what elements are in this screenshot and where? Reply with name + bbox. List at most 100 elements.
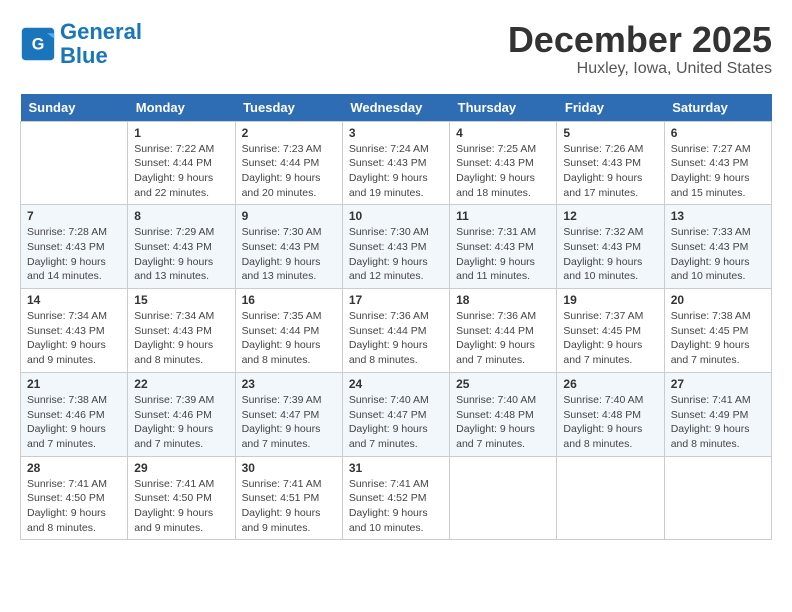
day-number: 10 bbox=[349, 209, 443, 223]
calendar-cell: 10 Sunrise: 7:30 AMSunset: 4:43 PMDayligh… bbox=[342, 205, 449, 289]
day-number: 14 bbox=[27, 293, 121, 307]
calendar-cell: 20 Sunrise: 7:38 AMSunset: 4:45 PMDayligh… bbox=[664, 289, 771, 373]
calendar-cell: 4Sunrise: 7:25 AMSunset: 4:43 PMDaylight… bbox=[450, 121, 557, 205]
page-subtitle: Huxley, Iowa, United States bbox=[508, 60, 772, 78]
day-number: 25 bbox=[456, 377, 550, 391]
calendar-cell: 12Sunrise: 7:32 AMSunset: 4:43 PMDayligh… bbox=[557, 205, 664, 289]
day-info: Sunrise: 7:30 AMSunset: 4:43 PMDaylight:… bbox=[349, 225, 443, 284]
calendar-cell: 6Sunrise: 7:27 AMSunset: 4:43 PMDaylight… bbox=[664, 121, 771, 205]
day-number: 1 bbox=[134, 126, 228, 140]
day-info: Sunrise: 7:22 AMSunset: 4:44 PMDaylight:… bbox=[134, 142, 228, 201]
day-info: Sunrise: 7:36 AMSunset: 4:44 PMDaylight:… bbox=[349, 309, 443, 368]
day-number: 23 bbox=[242, 377, 336, 391]
day-number: 2 bbox=[242, 126, 336, 140]
header-row: SundayMondayTuesdayWednesdayThursdayFrid… bbox=[21, 94, 772, 122]
day-number: 28 bbox=[27, 461, 121, 475]
day-number: 13 bbox=[671, 209, 765, 223]
day-info: Sunrise: 7:41 AMSunset: 4:49 PMDaylight:… bbox=[671, 393, 765, 452]
calendar-cell: 1 Sunrise: 7:22 AMSunset: 4:44 PMDaylight… bbox=[128, 121, 235, 205]
day-info: Sunrise: 7:41 AMSunset: 4:52 PMDaylight:… bbox=[349, 477, 443, 536]
day-number: 16 bbox=[242, 293, 336, 307]
day-info: Sunrise: 7:38 AMSunset: 4:45 PMDaylight:… bbox=[671, 309, 765, 368]
day-info: Sunrise: 7:26 AMSunset: 4:43 PMDaylight:… bbox=[563, 142, 657, 201]
calendar-cell: 3 Sunrise: 7:24 AMSunset: 4:43 PMDaylight… bbox=[342, 121, 449, 205]
title-block: December 2025 Huxley, Iowa, United State… bbox=[508, 20, 772, 78]
week-row-4: 21 Sunrise: 7:38 AMSunset: 4:46 PMDayligh… bbox=[21, 372, 772, 456]
day-info: Sunrise: 7:31 AMSunset: 4:43 PMDaylight:… bbox=[456, 225, 550, 284]
calendar-cell: 9 Sunrise: 7:30 AMSunset: 4:43 PMDaylight… bbox=[235, 205, 342, 289]
calendar-cell: 16 Sunrise: 7:35 AMSunset: 4:44 PMDayligh… bbox=[235, 289, 342, 373]
day-number: 18 bbox=[456, 293, 550, 307]
day-number: 19 bbox=[563, 293, 657, 307]
calendar-cell: 8 Sunrise: 7:29 AMSunset: 4:43 PMDaylight… bbox=[128, 205, 235, 289]
day-info: Sunrise: 7:24 AMSunset: 4:43 PMDaylight:… bbox=[349, 142, 443, 201]
week-row-3: 14 Sunrise: 7:34 AMSunset: 4:43 PMDayligh… bbox=[21, 289, 772, 373]
svg-text:G: G bbox=[32, 36, 45, 54]
day-number: 12 bbox=[563, 209, 657, 223]
week-row-5: 28 Sunrise: 7:41 AMSunset: 4:50 PMDayligh… bbox=[21, 456, 772, 540]
day-number: 20 bbox=[671, 293, 765, 307]
day-number: 30 bbox=[242, 461, 336, 475]
day-number: 22 bbox=[134, 377, 228, 391]
day-number: 24 bbox=[349, 377, 443, 391]
week-row-1: 1 Sunrise: 7:22 AMSunset: 4:44 PMDaylight… bbox=[21, 121, 772, 205]
day-info: Sunrise: 7:30 AMSunset: 4:43 PMDaylight:… bbox=[242, 225, 336, 284]
calendar-cell: 21 Sunrise: 7:38 AMSunset: 4:46 PMDayligh… bbox=[21, 372, 128, 456]
calendar-cell: 25 Sunrise: 7:40 AMSunset: 4:48 PMDayligh… bbox=[450, 372, 557, 456]
header-wednesday: Wednesday bbox=[342, 94, 449, 122]
day-number: 21 bbox=[27, 377, 121, 391]
day-number: 8 bbox=[134, 209, 228, 223]
calendar-cell bbox=[557, 456, 664, 540]
day-number: 6 bbox=[671, 126, 765, 140]
day-info: Sunrise: 7:39 AMSunset: 4:47 PMDaylight:… bbox=[242, 393, 336, 452]
day-number: 5 bbox=[563, 126, 657, 140]
day-info: Sunrise: 7:25 AMSunset: 4:43 PMDaylight:… bbox=[456, 142, 550, 201]
day-info: Sunrise: 7:28 AMSunset: 4:43 PMDaylight:… bbox=[27, 225, 121, 284]
day-number: 26 bbox=[563, 377, 657, 391]
calendar-cell: 2 Sunrise: 7:23 AMSunset: 4:44 PMDaylight… bbox=[235, 121, 342, 205]
day-number: 9 bbox=[242, 209, 336, 223]
page-title: December 2025 bbox=[508, 20, 772, 60]
day-number: 15 bbox=[134, 293, 228, 307]
header-monday: Monday bbox=[128, 94, 235, 122]
day-info: Sunrise: 7:33 AMSunset: 4:43 PMDaylight:… bbox=[671, 225, 765, 284]
day-info: Sunrise: 7:23 AMSunset: 4:44 PMDaylight:… bbox=[242, 142, 336, 201]
calendar-cell bbox=[450, 456, 557, 540]
day-info: Sunrise: 7:40 AMSunset: 4:48 PMDaylight:… bbox=[456, 393, 550, 452]
calendar-table: SundayMondayTuesdayWednesdayThursdayFrid… bbox=[20, 94, 772, 541]
logo-line2: Blue bbox=[60, 43, 108, 68]
day-info: Sunrise: 7:36 AMSunset: 4:44 PMDaylight:… bbox=[456, 309, 550, 368]
day-info: Sunrise: 7:40 AMSunset: 4:48 PMDaylight:… bbox=[563, 393, 657, 452]
day-info: Sunrise: 7:40 AMSunset: 4:47 PMDaylight:… bbox=[349, 393, 443, 452]
calendar-cell: 29Sunrise: 7:41 AMSunset: 4:50 PMDayligh… bbox=[128, 456, 235, 540]
calendar-cell: 11 Sunrise: 7:31 AMSunset: 4:43 PMDayligh… bbox=[450, 205, 557, 289]
day-number: 7 bbox=[27, 209, 121, 223]
day-info: Sunrise: 7:38 AMSunset: 4:46 PMDaylight:… bbox=[27, 393, 121, 452]
calendar-cell: 27 Sunrise: 7:41 AMSunset: 4:49 PMDayligh… bbox=[664, 372, 771, 456]
logo-line1: General bbox=[60, 19, 142, 44]
calendar-cell bbox=[21, 121, 128, 205]
calendar-cell: 31 Sunrise: 7:41 AMSunset: 4:52 PMDayligh… bbox=[342, 456, 449, 540]
day-info: Sunrise: 7:41 AMSunset: 4:51 PMDaylight:… bbox=[242, 477, 336, 536]
header-tuesday: Tuesday bbox=[235, 94, 342, 122]
calendar-cell: 22Sunrise: 7:39 AMSunset: 4:46 PMDayligh… bbox=[128, 372, 235, 456]
calendar-cell: 13 Sunrise: 7:33 AMSunset: 4:43 PMDayligh… bbox=[664, 205, 771, 289]
calendar-cell: 15 Sunrise: 7:34 AMSunset: 4:43 PMDayligh… bbox=[128, 289, 235, 373]
day-number: 11 bbox=[456, 209, 550, 223]
day-info: Sunrise: 7:29 AMSunset: 4:43 PMDaylight:… bbox=[134, 225, 228, 284]
day-number: 3 bbox=[349, 126, 443, 140]
page-header: G General Blue December 2025 Huxley, Iow… bbox=[20, 20, 772, 78]
calendar-cell: 28 Sunrise: 7:41 AMSunset: 4:50 PMDayligh… bbox=[21, 456, 128, 540]
header-saturday: Saturday bbox=[664, 94, 771, 122]
day-info: Sunrise: 7:34 AMSunset: 4:43 PMDaylight:… bbox=[27, 309, 121, 368]
day-info: Sunrise: 7:34 AMSunset: 4:43 PMDaylight:… bbox=[134, 309, 228, 368]
header-friday: Friday bbox=[557, 94, 664, 122]
day-number: 31 bbox=[349, 461, 443, 475]
calendar-cell: 23 Sunrise: 7:39 AMSunset: 4:47 PMDayligh… bbox=[235, 372, 342, 456]
day-info: Sunrise: 7:35 AMSunset: 4:44 PMDaylight:… bbox=[242, 309, 336, 368]
calendar-cell: 30 Sunrise: 7:41 AMSunset: 4:51 PMDayligh… bbox=[235, 456, 342, 540]
calendar-cell: 7 Sunrise: 7:28 AMSunset: 4:43 PMDaylight… bbox=[21, 205, 128, 289]
week-row-2: 7 Sunrise: 7:28 AMSunset: 4:43 PMDaylight… bbox=[21, 205, 772, 289]
day-number: 27 bbox=[671, 377, 765, 391]
day-info: Sunrise: 7:41 AMSunset: 4:50 PMDaylight:… bbox=[27, 477, 121, 536]
